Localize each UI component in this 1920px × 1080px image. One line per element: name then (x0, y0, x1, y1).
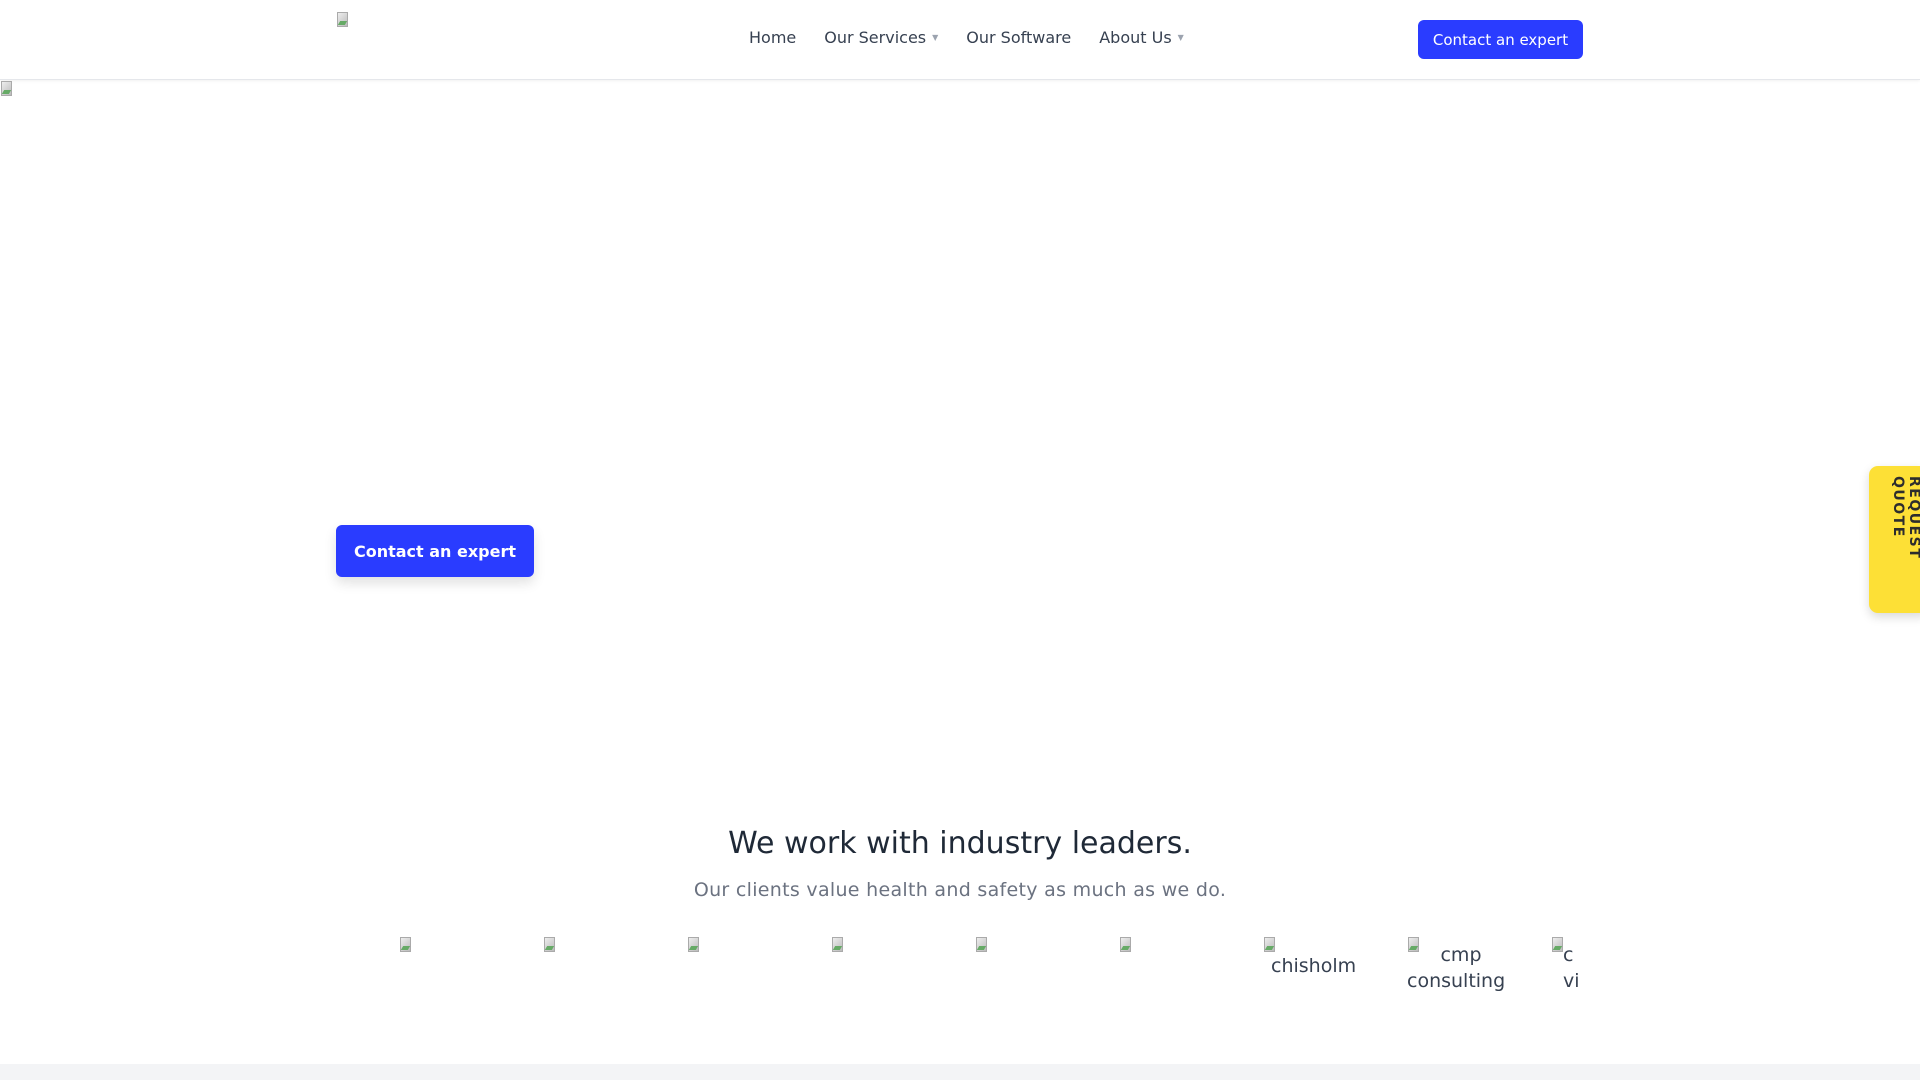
broken-image-icon (831, 937, 845, 953)
broken-image-icon (687, 937, 701, 953)
nav-about-us[interactable]: About Us ▼ (1099, 28, 1184, 47)
client-logo (975, 937, 1095, 997)
client-logo (399, 937, 519, 997)
client-logo (831, 937, 951, 997)
nav-our-software-label: Our Software (966, 28, 1072, 47)
broken-image-icon (975, 937, 989, 953)
nav-home-label: Home (749, 28, 797, 47)
request-quote-tab[interactable]: REQUEST QUOTE (1869, 466, 1920, 613)
broken-image-icon (1263, 937, 1277, 953)
client-logo (543, 937, 663, 997)
nav-our-software[interactable]: Our Software (966, 28, 1071, 47)
nav-links: Home Our Services ▼ Our Software About Us… (749, 28, 1212, 47)
chevron-down-icon: ▼ (932, 33, 939, 42)
contact-expert-hero-button[interactable]: Contact an expert (336, 525, 534, 577)
hero-broken-image-icon (0, 81, 14, 97)
client-logos: chisholm cmp consulting c vi (399, 937, 1583, 997)
client-logo-alt: c vi (1563, 944, 1580, 992)
nav-our-services-label: Our Services (824, 28, 927, 47)
broken-image-icon (399, 937, 413, 953)
client-logo (1119, 937, 1239, 997)
broken-image-icon (543, 937, 557, 953)
client-logo-alt: cmp consulting (1407, 944, 1506, 992)
client-logo (687, 937, 807, 997)
logo-broken-image-icon[interactable] (336, 12, 350, 28)
client-logo-chisholm: chisholm (1263, 937, 1383, 997)
nav-our-services[interactable]: Our Services ▼ (824, 28, 938, 47)
footer-strip (0, 1064, 1920, 1080)
top-navbar: Home Our Services ▼ Our Software About Us… (0, 0, 1920, 80)
client-logo-cmp-consulting: cmp consulting (1407, 937, 1507, 997)
broken-image-icon (1119, 937, 1133, 953)
client-logo: c vi (1551, 937, 1583, 997)
clients-subheading: Our clients value health and safety as m… (693, 879, 1227, 901)
request-quote-label: REQUEST QUOTE (1890, 476, 1920, 560)
client-logo-alt: chisholm (1271, 955, 1357, 977)
nav-home[interactable]: Home (749, 28, 796, 47)
nav-about-us-label: About Us (1099, 28, 1172, 47)
clients-heading: We work with industry leaders. (728, 826, 1192, 861)
chevron-down-icon: ▼ (1177, 33, 1184, 42)
contact-expert-nav-button[interactable]: Contact an expert (1418, 20, 1583, 59)
